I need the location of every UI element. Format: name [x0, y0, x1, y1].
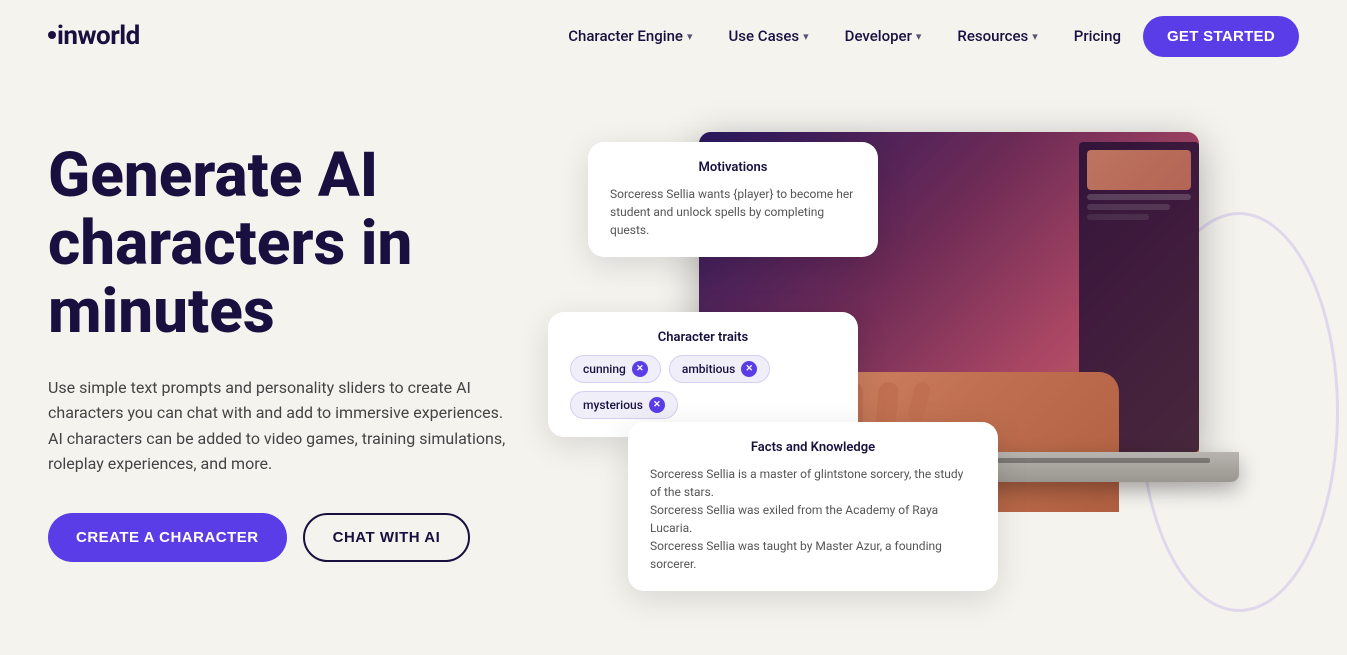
card-traits: Character traits cunning ✕ ambitious ✕ m…	[548, 312, 858, 437]
card-facts-title: Facts and Knowledge	[650, 440, 976, 455]
logo-dot	[48, 31, 56, 39]
trait-cunning-remove[interactable]: ✕	[632, 361, 648, 377]
hero-text-block: Generate AI characters in minutes Use si…	[48, 112, 568, 562]
chevron-down-icon: ▾	[916, 30, 922, 43]
trait-mysterious-remove[interactable]: ✕	[649, 397, 665, 413]
nav-links: Character Engine ▾ Use Cases ▾ Developer…	[554, 16, 1299, 57]
trait-pill-ambitious: ambitious ✕	[669, 355, 770, 383]
card-motivations-title: Motivations	[610, 160, 856, 175]
hero-title: Generate AI characters in minutes	[48, 142, 568, 347]
hero-description: Use simple text prompts and personality …	[48, 375, 508, 477]
nav-developer[interactable]: Developer ▾	[831, 19, 936, 53]
logo[interactable]: inworld	[48, 21, 140, 51]
card-motivations: Motivations Sorceress Sellia wants {play…	[588, 142, 878, 257]
chevron-down-icon: ▾	[1032, 30, 1038, 43]
nav-character-engine[interactable]: Character Engine ▾	[554, 19, 706, 53]
nav-resources-label: Resources	[957, 27, 1028, 45]
trait-cunning-label: cunning	[583, 362, 626, 376]
nav-character-engine-label: Character Engine	[568, 27, 683, 45]
navbar: inworld Character Engine ▾ Use Cases ▾ D…	[0, 0, 1347, 72]
chevron-down-icon: ▾	[687, 30, 693, 43]
get-started-button[interactable]: GET STARTED	[1143, 16, 1299, 57]
chevron-down-icon: ▾	[803, 30, 809, 43]
nav-resources[interactable]: Resources ▾	[943, 19, 1051, 53]
logo-text: inworld	[57, 21, 140, 51]
trait-ambitious-remove[interactable]: ✕	[741, 361, 757, 377]
hero-buttons: CREATE A CHARACTER CHAT WITH AI	[48, 513, 568, 562]
nav-use-cases[interactable]: Use Cases ▾	[714, 19, 822, 53]
trait-pill-cunning: cunning ✕	[570, 355, 661, 383]
hero-visual: Motivations Sorceress Sellia wants {play…	[568, 112, 1299, 655]
trait-ambitious-label: ambitious	[682, 362, 735, 376]
card-traits-title: Character traits	[570, 330, 836, 345]
nav-developer-label: Developer	[845, 27, 912, 45]
card-facts-line1: Sorceress Sellia is a master of glintsto…	[650, 465, 976, 501]
card-facts-line3: Sorceress Sellia was taught by Master Az…	[650, 537, 976, 573]
hero-section: Generate AI characters in minutes Use si…	[0, 72, 1347, 655]
create-character-button[interactable]: CREATE A CHARACTER	[48, 513, 287, 562]
traits-pills: cunning ✕ ambitious ✕ mysterious ✕	[570, 355, 836, 419]
nav-pricing[interactable]: Pricing	[1060, 19, 1135, 53]
trait-mysterious-label: mysterious	[583, 398, 643, 412]
card-facts: Facts and Knowledge Sorceress Sellia is …	[628, 422, 998, 591]
chat-with-ai-button[interactable]: CHAT WITH AI	[303, 513, 471, 562]
card-motivations-text: Sorceress Sellia wants {player} to becom…	[610, 185, 856, 239]
trait-pill-mysterious: mysterious ✕	[570, 391, 678, 419]
nav-use-cases-label: Use Cases	[728, 27, 799, 45]
card-facts-line2: Sorceress Sellia was exiled from the Aca…	[650, 501, 976, 537]
